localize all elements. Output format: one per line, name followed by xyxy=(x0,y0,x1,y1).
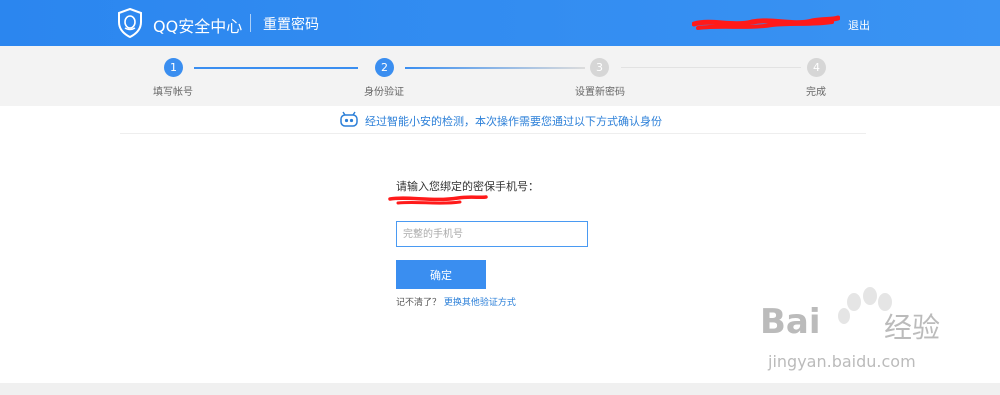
qq-shield-logo-icon xyxy=(118,8,142,38)
watermark-brand-cn: 经验 xyxy=(884,311,941,344)
other-method-link[interactable]: 更换其他验证方式 xyxy=(444,298,516,308)
brand-title: QQ安全中心 xyxy=(153,17,243,36)
verification-notice: 经过智能小安的检测，本次操作需要您通过以下方式确认身份 xyxy=(120,107,866,134)
logout-link[interactable]: 退出 xyxy=(848,17,870,33)
step-2-circle: 2 xyxy=(375,58,394,77)
footer-band xyxy=(0,383,1000,395)
phone-input[interactable] xyxy=(396,221,588,247)
step-1-circle: 1 xyxy=(164,58,183,77)
step-3-label: 设置新密码 xyxy=(575,87,625,98)
forgot-row: 记不清了？ 更换其他验证方式 xyxy=(396,295,516,308)
redacted-phone-hint xyxy=(388,195,488,205)
redacted-username xyxy=(692,15,840,30)
step-1-label: 填写帐号 xyxy=(153,87,193,98)
robot-icon xyxy=(340,111,358,127)
watermark-url: jingyan.baidu.com xyxy=(768,352,916,371)
header-divider xyxy=(250,14,251,32)
watermark-brand: Bai xyxy=(760,302,821,342)
page-title: 重置密码 xyxy=(263,17,319,33)
confirm-button[interactable]: 确定 xyxy=(396,260,486,289)
step-connector-1 xyxy=(194,67,358,69)
step-4-label: 完成 xyxy=(806,87,826,98)
step-connector-2 xyxy=(405,67,585,69)
step-3-circle: 3 xyxy=(590,58,609,77)
top-bar: QQ安全中心 重置密码 退出 xyxy=(0,0,1000,46)
forgot-text: 记不清了？ xyxy=(396,298,442,308)
step-4-circle: 4 xyxy=(807,58,826,77)
step-2-label: 身份验证 xyxy=(364,87,404,98)
notice-text: 经过智能小安的检测，本次操作需要您通过以下方式确认身份 xyxy=(365,115,662,128)
phone-prompt: 请输入您绑定的密保手机号： xyxy=(396,180,539,193)
step-connector-3 xyxy=(621,67,801,68)
progress-steps: 1 2 3 4 填写帐号 身份验证 设置新密码 完成 xyxy=(0,46,1000,106)
